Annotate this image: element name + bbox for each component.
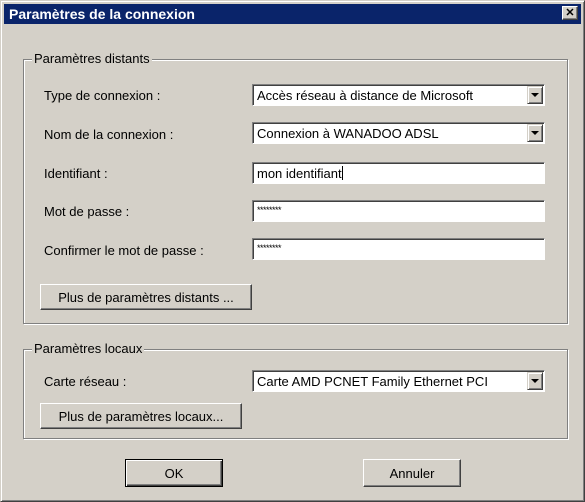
local-settings-group: Paramètres locaux Carte réseau : Carte A… [23, 341, 568, 439]
identifier-label: Identifiant : [44, 166, 108, 181]
connection-type-dropdown-button[interactable] [527, 86, 543, 104]
more-local-settings-button[interactable]: Plus de paramètres locaux... [40, 403, 242, 429]
password-label: Mot de passe : [44, 204, 130, 219]
identifier-value: mon identifiant [257, 166, 342, 181]
network-card-label: Carte réseau : [44, 374, 127, 389]
connection-name-dropdown-button[interactable] [527, 124, 543, 142]
password-value: ******** [257, 205, 282, 215]
title-bar[interactable]: Paramètres de la connexion ✕ [4, 4, 581, 24]
local-settings-label: Paramètres locaux [32, 341, 145, 357]
close-icon: ✕ [565, 7, 575, 19]
close-button[interactable]: ✕ [562, 6, 578, 20]
remote-settings-group: Paramètres distants Type de connexion : … [23, 51, 568, 324]
cancel-button[interactable]: Annuler [363, 459, 461, 487]
confirm-password-value: ******** [257, 243, 282, 253]
ok-button[interactable]: OK [125, 459, 223, 487]
identifier-input[interactable]: mon identifiant [252, 162, 545, 184]
connection-type-value: Accès réseau à distance de Microsoft [257, 88, 474, 103]
network-card-select[interactable]: Carte AMD PCNET Family Ethernet PCI [252, 370, 545, 392]
connection-settings-dialog: Paramètres de la connexion ✕ Paramètres … [0, 0, 585, 502]
text-caret [341, 166, 343, 180]
connection-name-value: Connexion à WANADOO ADSL [257, 126, 439, 141]
confirm-password-label: Confirmer le mot de passe : [44, 243, 204, 258]
connection-name-label: Nom de la connexion : [44, 127, 174, 142]
network-card-dropdown-button[interactable] [527, 372, 543, 390]
remote-settings-label: Paramètres distants [32, 51, 152, 67]
connection-type-select[interactable]: Accès réseau à distance de Microsoft [252, 84, 545, 106]
confirm-password-input[interactable]: ******** [252, 238, 545, 260]
more-remote-settings-button[interactable]: Plus de paramètres distants ... [40, 284, 252, 310]
window-title: Paramètres de la connexion [9, 6, 195, 22]
network-card-value: Carte AMD PCNET Family Ethernet PCI [257, 374, 488, 389]
connection-name-select[interactable]: Connexion à WANADOO ADSL [252, 122, 545, 144]
connection-type-label: Type de connexion : [44, 88, 161, 103]
password-input[interactable]: ******** [252, 200, 545, 222]
